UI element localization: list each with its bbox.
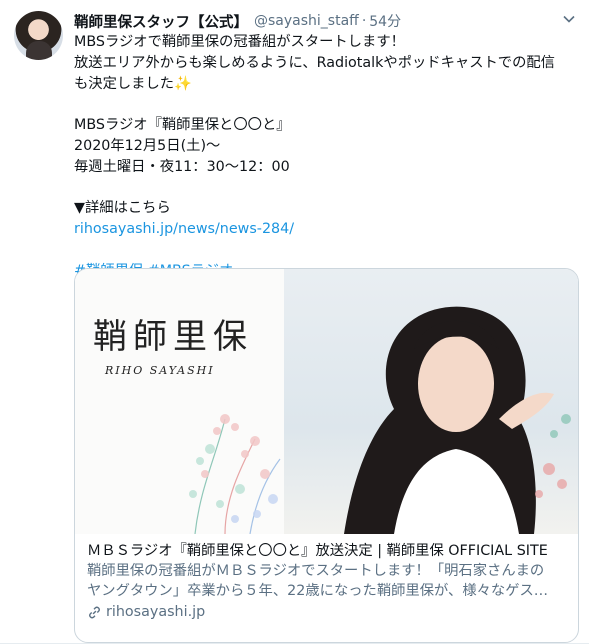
tweet[interactable]: 鞘師里保スタッフ【公式】 @sayashi_staff · 54分 MBSラジオ… xyxy=(0,0,589,644)
card-domain-text: rihosayashi.jp xyxy=(106,604,206,620)
card-description-line-2: ヤングタウン」卒業から５年、22歳になった鞘師里保が、様々なゲス… xyxy=(87,583,549,599)
link-preview-card[interactable]: 鞘師里保 RIHO SAYASHI ＭＢＳラジオ『鞘師里保と〇〇と』放送決定 |… xyxy=(74,268,579,643)
card-domain[interactable]: rihosayashi.jp xyxy=(87,602,566,622)
program-title: MBSラジオ『鞘師里保と〇〇と』 xyxy=(74,117,291,134)
sparkles-emoji: ✨ xyxy=(174,75,192,92)
card-image[interactable]: 鞘師里保 RIHO SAYASHI xyxy=(75,269,578,534)
tweet-line-2: 放送エリア外からも楽しめるように、Radiotalkやポッドキャストでの配信 xyxy=(74,54,555,71)
card-description: 鞘師里保の冠番組がＭＢＳラジオでスタートします！「明石家さんまの ヤングタウン」… xyxy=(87,561,566,601)
card-image-logo-panel: 鞘師里保 RIHO SAYASHI xyxy=(75,269,284,534)
display-name[interactable]: 鞘師里保スタッフ【公式】 xyxy=(74,11,248,32)
avatar-figure xyxy=(26,41,52,60)
card-description-line-1: 鞘師里保の冠番組がＭＢＳラジオでスタートします！「明石家さんまの xyxy=(87,563,545,579)
card-image-photo xyxy=(284,269,578,534)
tweet-text: MBSラジオで鞘師里保の冠番組がスタートします！ 放送エリア外からも楽しめるよう… xyxy=(74,32,579,282)
card-meta[interactable]: ＭＢＳラジオ『鞘師里保と〇〇と』放送決定 | 鞘師里保 OFFICIAL SIT… xyxy=(75,534,578,622)
broadcast-schedule: 毎週土曜日・夜11：30〜12：00 xyxy=(74,158,290,175)
avatar[interactable] xyxy=(14,11,63,60)
card-title[interactable]: ＭＢＳラジオ『鞘師里保と〇〇と』放送決定 | 鞘師里保 OFFICIAL SIT… xyxy=(87,541,566,561)
tweet-header: 鞘師里保スタッフ【公式】 @sayashi_staff · 54分 xyxy=(74,10,579,32)
timestamp[interactable]: 54分 xyxy=(369,11,401,31)
details-label: ▼詳細はこちら xyxy=(74,200,171,217)
broadcast-date: 2020年12月5日(土)〜 xyxy=(74,137,221,154)
link-icon xyxy=(89,606,100,618)
tweet-content: 鞘師里保スタッフ【公式】 @sayashi_staff · 54分 MBSラジオ… xyxy=(74,10,579,643)
chevron-down-icon[interactable] xyxy=(559,12,579,32)
handle[interactable]: @sayashi_staff xyxy=(254,13,359,29)
tweet-url-link[interactable]: rihosayashi.jp/news/news-284/ xyxy=(74,219,579,240)
tweet-line-3: も決定しました✨ xyxy=(74,75,192,92)
separator: · xyxy=(361,13,367,29)
floral-illustration xyxy=(189,414,281,534)
tweet-line-1: MBSラジオで鞘師里保の冠番組がスタートします！ xyxy=(74,34,405,50)
